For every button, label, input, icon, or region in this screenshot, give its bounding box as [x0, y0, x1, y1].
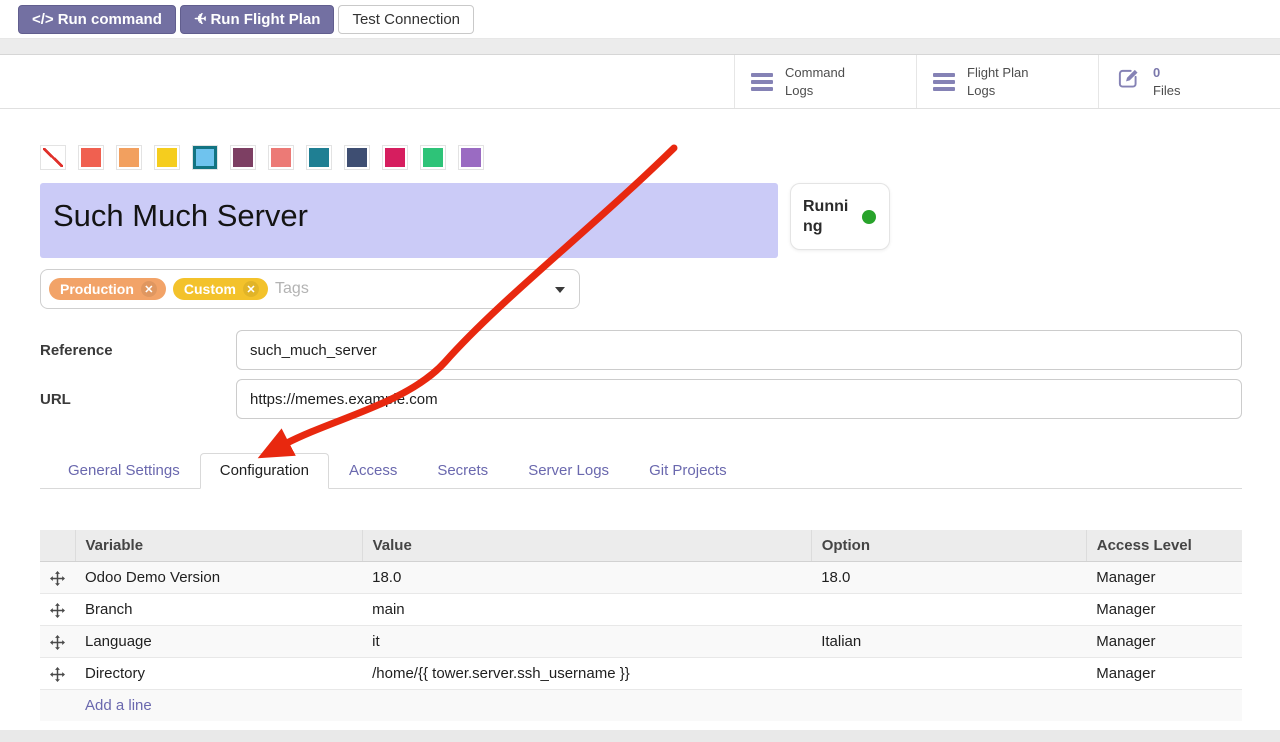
color-swatch-light-blue[interactable]: [192, 145, 218, 170]
variable-column-header[interactable]: Variable: [75, 530, 362, 562]
files-button[interactable]: 0 Files: [1098, 55, 1280, 108]
edit-file-icon: [1115, 66, 1141, 97]
option-cell[interactable]: 18.0: [811, 562, 1086, 594]
table-header-row: Variable Value Option Access Level: [40, 530, 1242, 562]
option-cell[interactable]: [811, 594, 1086, 626]
drag-handle-icon[interactable]: [40, 626, 75, 658]
url-input[interactable]: [236, 379, 1242, 419]
value-column-header[interactable]: Value: [362, 530, 811, 562]
color-swatch-navy[interactable]: [344, 145, 370, 170]
tag-remove-icon[interactable]: ✕: [243, 281, 259, 297]
tag-pill-custom[interactable]: Custom ✕: [173, 278, 268, 300]
top-toolbar: </> Run command ✈ Run Flight Plan Test C…: [0, 0, 1280, 38]
color-swatch-crimson[interactable]: [382, 145, 408, 170]
code-icon: </>: [32, 10, 54, 29]
title-row: Such Much Server Running: [40, 183, 1242, 258]
color-swatch-dark-purple[interactable]: [230, 145, 256, 170]
tags-placeholder: Tags: [275, 280, 309, 298]
value-cell[interactable]: main: [362, 594, 811, 626]
tab-git-projects[interactable]: Git Projects: [629, 453, 747, 489]
tag-label: Production: [60, 281, 134, 297]
value-cell[interactable]: /home/{{ tower.server.ssh_username }}: [362, 658, 811, 690]
chevron-down-icon[interactable]: [555, 287, 565, 293]
drag-handle-icon[interactable]: [40, 658, 75, 690]
plane-icon: ✈: [194, 10, 207, 29]
access-level-column-header[interactable]: Access Level: [1086, 530, 1242, 562]
reference-input[interactable]: [236, 330, 1242, 370]
tags-input[interactable]: Production ✕ Custom ✕ Tags: [40, 269, 580, 309]
server-status-widget[interactable]: Running: [790, 183, 890, 250]
run-flight-plan-button[interactable]: ✈ Run Flight Plan: [180, 5, 335, 34]
tab-general-settings[interactable]: General Settings: [48, 453, 200, 489]
control-panel-strip: [0, 38, 1280, 55]
files-count: 0: [1153, 65, 1160, 80]
table-row: Odoo Demo Version18.018.0Manager: [40, 562, 1242, 594]
color-swatch-teal[interactable]: [306, 145, 332, 170]
tab-access[interactable]: Access: [329, 453, 417, 489]
tab-server-logs[interactable]: Server Logs: [508, 453, 629, 489]
tag-pill-list: Production ✕ Custom ✕: [49, 278, 268, 300]
flight-plan-logs-label: Flight Plan Logs: [967, 64, 1028, 99]
server-form-sheet: Such Much Server Running Production✕Cust…: [0, 109, 1280, 730]
option-cell[interactable]: Italian: [811, 626, 1086, 658]
tag-label: Custom: [184, 281, 236, 297]
reference-field-row: Reference: [40, 330, 1242, 370]
drag-handle-icon[interactable]: [40, 562, 75, 594]
access-level-cell[interactable]: Manager: [1086, 594, 1242, 626]
variable-cell[interactable]: Directory: [75, 658, 362, 690]
color-swatch-yellow[interactable]: [154, 145, 180, 170]
table-row: Branchmain Manager: [40, 594, 1242, 626]
variable-cell[interactable]: Branch: [75, 594, 362, 626]
add-line-row: Add a line: [40, 690, 1242, 722]
color-swatch-red[interactable]: [78, 145, 104, 170]
breadcrumb-bar: Command Logs Flight Plan Logs 0 Files: [0, 55, 1280, 109]
status-label: Running: [803, 197, 855, 237]
list-icon: [751, 73, 773, 91]
test-connection-label: Test Connection: [352, 10, 460, 29]
run-command-button[interactable]: </> Run command: [18, 5, 176, 34]
tab-configuration[interactable]: Configuration: [200, 453, 329, 489]
tab-secrets[interactable]: Secrets: [417, 453, 508, 489]
test-connection-button[interactable]: Test Connection: [338, 5, 474, 34]
tag-remove-icon[interactable]: ✕: [141, 281, 157, 297]
table-row: Directory/home/{{ tower.server.ssh_usern…: [40, 658, 1242, 690]
files-label: 0 Files: [1153, 64, 1180, 99]
notebook-tabs: General Settings Configuration Access Se…: [40, 452, 1242, 489]
variable-cell[interactable]: Language: [75, 626, 362, 658]
color-swatch-salmon[interactable]: [268, 145, 294, 170]
list-icon: [933, 73, 955, 91]
color-swatch-no-color[interactable]: [40, 145, 66, 170]
access-level-cell[interactable]: Manager: [1086, 658, 1242, 690]
option-column-header[interactable]: Option: [811, 530, 1086, 562]
reference-label: Reference: [40, 342, 236, 359]
option-cell[interactable]: [811, 658, 1086, 690]
drag-handle-icon[interactable]: [40, 594, 75, 626]
command-logs-button[interactable]: Command Logs: [734, 55, 916, 108]
color-swatch-green[interactable]: [420, 145, 446, 170]
tag-pill-production[interactable]: Production ✕: [49, 278, 166, 300]
variable-cell[interactable]: Odoo Demo Version: [75, 562, 362, 594]
server-name-field[interactable]: Such Much Server: [40, 183, 778, 258]
color-picker: [40, 145, 1242, 170]
run-command-label: Run command: [58, 10, 162, 29]
access-level-cell[interactable]: Manager: [1086, 562, 1242, 594]
color-swatch-orange[interactable]: [116, 145, 142, 170]
handle-column-header: [40, 530, 75, 562]
command-logs-label: Command Logs: [785, 64, 845, 99]
configuration-table: Variable Value Option Access Level Odoo …: [40, 530, 1242, 721]
value-cell[interactable]: it: [362, 626, 811, 658]
access-level-cell[interactable]: Manager: [1086, 626, 1242, 658]
table-row: LanguageitItalianManager: [40, 626, 1242, 658]
flight-plan-logs-button[interactable]: Flight Plan Logs: [916, 55, 1098, 108]
color-swatch-purple[interactable]: [458, 145, 484, 170]
url-label: URL: [40, 391, 236, 408]
value-cell[interactable]: 18.0: [362, 562, 811, 594]
run-flight-plan-label: Run Flight Plan: [210, 10, 320, 29]
status-running-dot: [862, 210, 876, 224]
add-a-line-link[interactable]: Add a line: [85, 697, 152, 714]
url-field-row: URL: [40, 379, 1242, 419]
